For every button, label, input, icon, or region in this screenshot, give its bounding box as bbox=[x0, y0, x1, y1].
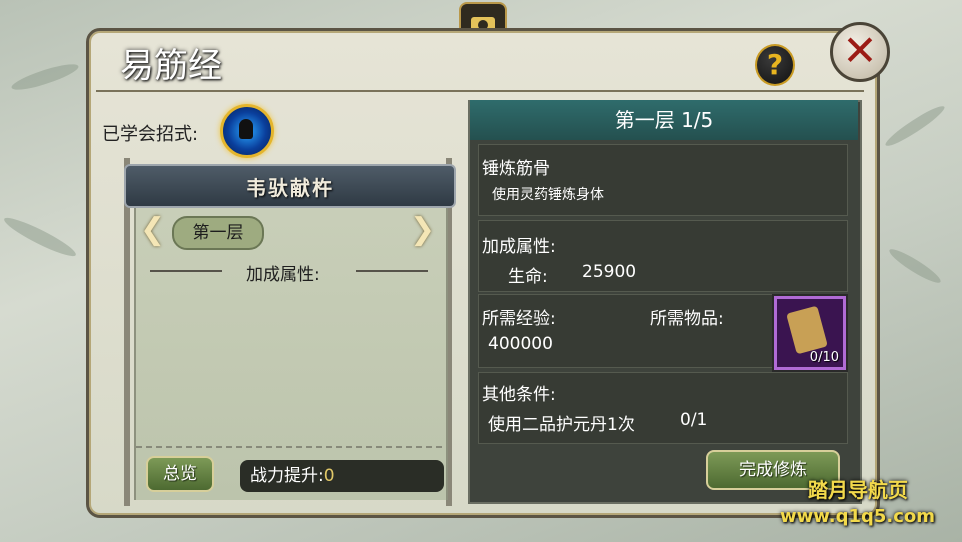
power-boost-box: 战力提升:0 bbox=[240, 460, 444, 492]
dashed-divider bbox=[136, 446, 442, 448]
required-item-label: 所需物品: bbox=[650, 309, 724, 329]
next-layer-arrow-icon[interactable]: ❯ bbox=[410, 212, 435, 247]
item-count: 0/10 bbox=[809, 350, 839, 365]
scroll-item-icon bbox=[786, 305, 828, 355]
left-attr-label: 加成属性: bbox=[246, 265, 320, 285]
other-condition-progress: 0/1 bbox=[680, 410, 708, 430]
prev-layer-arrow-icon[interactable]: ❮ bbox=[140, 212, 165, 247]
skill-name-banner: 韦驮献杵 bbox=[124, 164, 456, 208]
power-value: 0 bbox=[323, 466, 335, 486]
close-button[interactable]: ✕ bbox=[830, 22, 890, 82]
layer-selector[interactable]: 第一层 bbox=[172, 216, 264, 250]
required-item-slot[interactable]: 0/10 bbox=[774, 296, 846, 370]
attribute-value: 25900 bbox=[582, 262, 637, 282]
bamboo-leaf-decoration bbox=[882, 101, 948, 151]
learned-moves-label: 已学会招式: bbox=[102, 124, 199, 145]
power-label: 战力提升: bbox=[250, 466, 324, 486]
title-divider bbox=[96, 90, 864, 92]
decorative-line-left bbox=[150, 270, 222, 272]
layer-header: 第一层 1/5 bbox=[470, 100, 858, 140]
decorative-line-right bbox=[356, 270, 428, 272]
dialog-title: 易筋经 bbox=[120, 46, 222, 86]
other-condition-title: 其他条件: bbox=[482, 385, 556, 405]
bamboo-leaf-decoration bbox=[886, 245, 944, 287]
attribute-title: 加成属性: bbox=[482, 237, 556, 257]
skill-name: 韦驮献杵 bbox=[246, 175, 334, 200]
meditation-skill-icon[interactable] bbox=[220, 104, 274, 158]
other-condition-desc: 使用二品护元丹1次 bbox=[488, 415, 635, 435]
bamboo-leaf-decoration bbox=[0, 213, 80, 261]
scroll-rod-left bbox=[124, 158, 130, 506]
training-title: 锤炼筋骨 bbox=[482, 159, 550, 179]
watermark-url: www.q1q5.com bbox=[780, 506, 936, 527]
watermark-title: 踏月导航页 bbox=[808, 478, 908, 502]
required-exp-label: 所需经验: bbox=[482, 309, 556, 329]
training-description: 使用灵药锤炼身体 bbox=[492, 187, 604, 203]
help-icon[interactable]: ? bbox=[755, 44, 795, 86]
attribute-name: 生命: bbox=[508, 267, 548, 287]
required-exp-value: 400000 bbox=[488, 334, 553, 354]
bamboo-leaf-decoration bbox=[9, 58, 81, 96]
overview-button[interactable]: 总览 bbox=[146, 456, 214, 492]
